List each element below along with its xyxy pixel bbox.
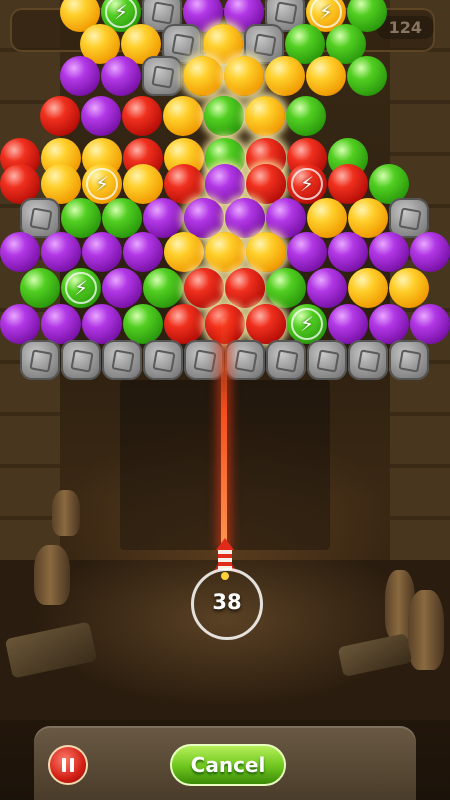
stone-block: [389, 340, 429, 380]
lightning-icon: ⚡: [73, 276, 89, 300]
green-bubble: [204, 96, 244, 136]
green-bubble: [266, 268, 306, 308]
vase-left: [34, 545, 70, 605]
stone-block: [102, 340, 142, 380]
purple-bubble: [0, 232, 40, 272]
purple-bubble: [60, 56, 100, 96]
yellow-bubble: [389, 268, 429, 308]
purple-bubble: [81, 96, 121, 136]
purple-bubble: [41, 232, 81, 272]
yellow-bubble: [348, 268, 388, 308]
purple-bubble: [0, 304, 40, 344]
purple-bubble: [123, 232, 163, 272]
pause-icon-bar-left: [62, 758, 66, 772]
pause-icon-bar-right: [70, 758, 74, 772]
stone-block: [266, 340, 306, 380]
red-bubble: [246, 304, 286, 344]
purple-bubble: [41, 304, 81, 344]
purple-bubble: [328, 304, 368, 344]
yellow-bubble: [245, 96, 285, 136]
red-bubble: [164, 304, 204, 344]
purple-bubble: [102, 268, 142, 308]
purple-bubble: [369, 304, 409, 344]
stone-block: [61, 340, 101, 380]
yellow-bubble: [205, 232, 245, 272]
stone-block: [20, 340, 60, 380]
lightning-icon: ⚡: [299, 312, 315, 336]
game-scene[interactable]: 124 ⚡ ⚡ ⚡ ⚡ ⚡ ⚡ 38 Cancel: [0, 0, 450, 800]
green-bubble-powerup: ⚡: [61, 268, 101, 308]
aim-laser-beam: [221, 318, 227, 548]
red-bubble: [122, 96, 162, 136]
purple-bubble: [328, 232, 368, 272]
cancel-button[interactable]: Cancel: [170, 744, 286, 786]
purple-bubble: [82, 304, 122, 344]
yellow-bubble: [306, 56, 346, 96]
yellow-bubble: [164, 232, 204, 272]
purple-bubble: [287, 232, 327, 272]
purple-bubble: [101, 56, 141, 96]
red-bubble: [184, 268, 224, 308]
purple-bubble: [307, 268, 347, 308]
green-bubble-powerup: ⚡: [287, 304, 327, 344]
yellow-bubble: [246, 232, 286, 272]
yellow-bubble: [183, 56, 223, 96]
purple-bubble: [369, 232, 409, 272]
green-bubble: [123, 304, 163, 344]
stone-block: [143, 340, 183, 380]
yellow-bubble: [224, 56, 264, 96]
vase-left-small: [52, 490, 80, 536]
purple-bubble: [82, 232, 122, 272]
purple-bubble: [410, 304, 450, 344]
pause-button[interactable]: [48, 745, 88, 785]
red-bubble: [40, 96, 80, 136]
green-bubble: [347, 56, 387, 96]
stone-block: [184, 340, 224, 380]
red-bubble: [225, 268, 265, 308]
stone-block: [142, 56, 182, 96]
green-bubble: [20, 268, 60, 308]
stone-block: [225, 340, 265, 380]
stone-block: [307, 340, 347, 380]
yellow-bubble: [265, 56, 305, 96]
purple-bubble: [410, 232, 450, 272]
stone-block: [348, 340, 388, 380]
yellow-bubble: [163, 96, 203, 136]
remaining-shots-count: 38: [212, 590, 242, 614]
green-bubble: [286, 96, 326, 136]
green-bubble: [143, 268, 183, 308]
vase-right-small: [408, 590, 444, 670]
